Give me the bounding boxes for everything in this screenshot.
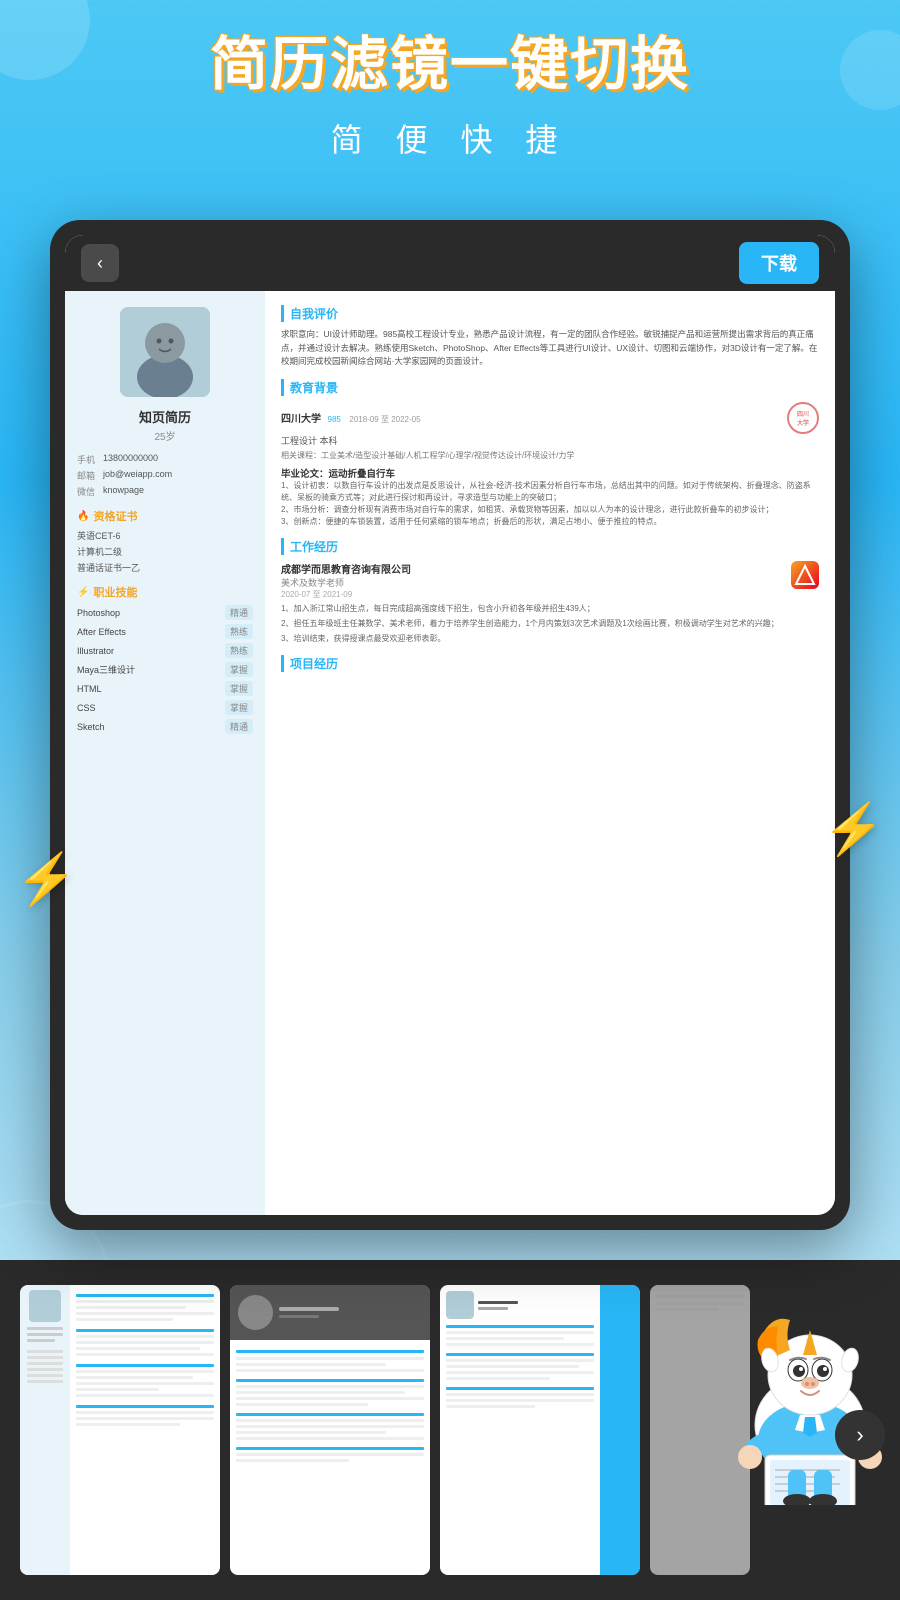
back-button[interactable]: ‹ (81, 244, 119, 282)
thumbnail-1[interactable] (20, 1285, 220, 1575)
resume-age: 25岁 (77, 428, 253, 443)
device-frame: ‹ 下载 (50, 220, 850, 1230)
title-section: 简历滤镜一键切换 简 便 快 捷 (0, 0, 900, 161)
work-company-row: 成都学而思教育咨询有限公司 美术及数学老师 2020-07 至 2021-09 (281, 561, 819, 600)
contact-section: 手机 13800000000 邮箱 job@weiapp.com 微信 know… (77, 453, 253, 498)
edu-project-2: 2、市场分析：调查分析现有消费市场对自行车的需求，如租赁、承载货物等因素，加以以… (281, 504, 819, 516)
work-title: 工作经历 (281, 538, 819, 555)
edu-major: 工程设计 本科 (281, 434, 819, 447)
edu-project-3: 3、创新点：便捷的车锁装置，适用于任何紧缩的锁车地点；折叠后的形状，满足占地小、… (281, 516, 819, 528)
edu-school-row: 四川大学 985 2018-09 至 2022-05 四川大学 (281, 402, 819, 434)
skill-html: HTML 掌握 (77, 681, 253, 696)
contact-email: 邮箱 job@weiapp.com (77, 469, 253, 482)
next-icon: › (856, 1422, 863, 1448)
edu-courses: 相关课程：工业美术/造型设计基础/人机工程学/心理学/视觉传达设计/环境设计/力… (281, 450, 819, 461)
thumbnail-3[interactable] (440, 1285, 640, 1575)
skill-maya: Maya三维设计 掌握 (77, 662, 253, 677)
thumbnail-2[interactable] (230, 1285, 430, 1575)
work-desc-3: 3、培训结束，获得授课点最受欢迎老师表彰。 (281, 633, 819, 645)
lightning-left-icon: ⚡ (15, 850, 77, 909)
work-desc-2: 2、担任五年级班主任兼数学、美术老师，着力于培养学生创造能力，1个月内策划3次艺… (281, 618, 819, 630)
edu-project-1: 1、设计初衷：以数自行车设计的出发点是反思设计，从社会-经济-技术因素分析自行车… (281, 480, 819, 504)
self-eval-title: 自我评价 (281, 305, 819, 322)
sub-title: 简 便 快 捷 (0, 115, 900, 161)
device-inner: ‹ 下载 (65, 235, 835, 1215)
skills-section-title: 职业技能 (77, 584, 253, 600)
skill-photoshop: Photoshop 精通 (77, 605, 253, 620)
project-title-section: 项目经历 (281, 655, 819, 672)
edu-project-title: 毕业论文：运动折叠自行车 (281, 466, 819, 480)
avatar (120, 307, 210, 397)
skill-css: CSS 掌握 (77, 700, 253, 715)
nav-bar: ‹ 下载 (65, 235, 835, 291)
cert-2: 计算机二级 (77, 545, 253, 558)
skill-aftereffects: After Effects 熟练 (77, 624, 253, 639)
resume-name: 知页简历 (77, 407, 253, 426)
resume-content: 知页简历 25岁 手机 13800000000 邮箱 job@weiapp.co… (65, 291, 835, 1215)
contact-phone: 手机 13800000000 (77, 453, 253, 466)
edu-title: 教育背景 (281, 379, 819, 396)
contact-wechat: 微信 knowpage (77, 485, 253, 498)
work-desc-1: 1、加入浙江常山招生点，每日完成超高强度线下招生，包含小升初各年级并招生439人… (281, 603, 819, 615)
skill-illustrator: Illustrator 熟练 (77, 643, 253, 658)
skill-sketch: Sketch 精通 (77, 719, 253, 734)
resume-sidebar: 知页简历 25岁 手机 13800000000 邮箱 job@weiapp.co… (65, 291, 265, 1215)
mascot-unicorn (710, 1245, 900, 1505)
certs-section-title: 资格证书 (77, 508, 253, 524)
lightning-right-icon: ⚡ (823, 800, 885, 859)
resume-main-content: 自我评价 求职意向：UI设计师助理。985高校工程设计专业，熟悉产品设计流程，有… (265, 291, 835, 1215)
cert-3: 普通话证书一乙 (77, 561, 253, 574)
cert-1: 英语CET-6 (77, 529, 253, 542)
main-title: 简历滤镜一键切换 (0, 30, 900, 100)
next-button[interactable]: › (835, 1410, 885, 1460)
back-icon: ‹ (97, 253, 103, 274)
school-stamp: 四川大学 (787, 402, 819, 434)
company-logo (791, 561, 819, 589)
self-eval-content: 求职意向：UI设计师助理。985高校工程设计专业，熟悉产品设计流程，有一定的团队… (281, 328, 819, 369)
download-button[interactable]: 下载 (739, 242, 819, 284)
